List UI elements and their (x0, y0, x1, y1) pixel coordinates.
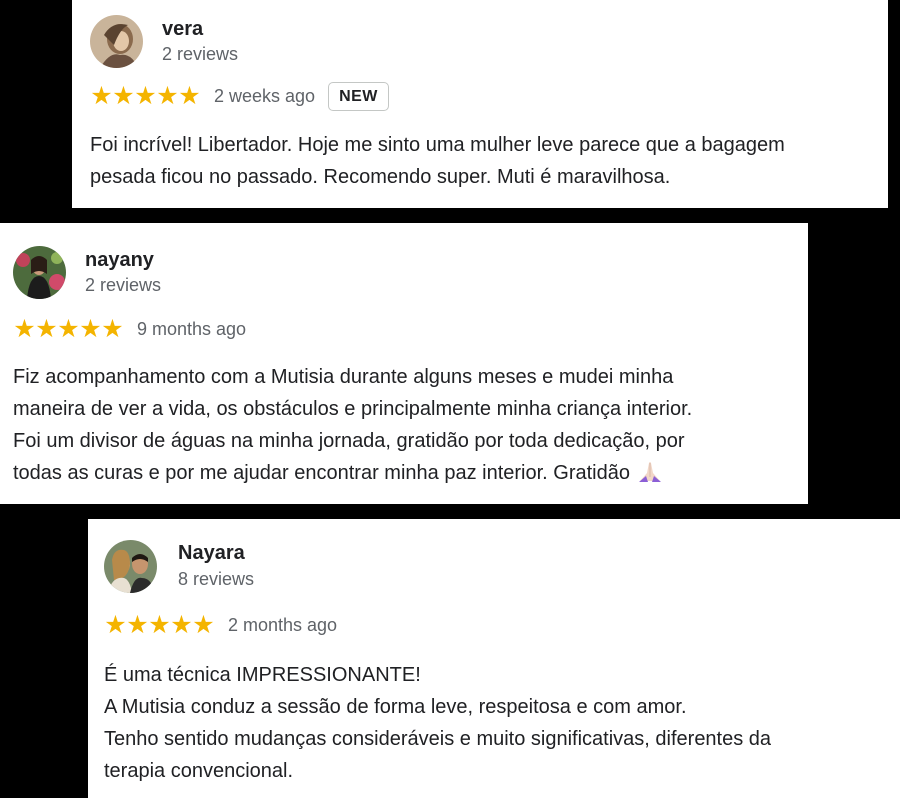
star-icon: ★ (148, 611, 170, 639)
review-text-line: Fiz acompanhamento com a Mutisia durante… (13, 366, 674, 388)
review-text-line-last: todas as curas e por me ajudar encontrar… (13, 457, 692, 489)
star-icon: ★ (79, 315, 101, 343)
star-rating: ★ ★ ★ ★ ★ (90, 84, 200, 109)
review-text-line: maneira de ver a vida, os obstáculos e p… (13, 398, 693, 420)
star-icon: ★ (156, 82, 178, 110)
reviewer-name[interactable]: nayany (85, 249, 154, 272)
reviewer-review-count: 2 reviews (85, 275, 162, 295)
review-text-line: Tenho sentido mudanças consideráveis e m… (104, 728, 772, 750)
review-text-line: Foi incrível! Libertador. Hoje me sinto … (90, 134, 785, 156)
review-text: Foi incrível! Libertador. Hoje me sinto … (90, 129, 785, 193)
star-icon: ★ (90, 82, 112, 110)
star-icon: ★ (178, 82, 200, 110)
star-icon: ★ (57, 315, 79, 343)
reviewer-avatar[interactable] (104, 540, 157, 593)
star-icon: ★ (134, 82, 156, 110)
star-rating: ★ ★ ★ ★ ★ (104, 613, 214, 638)
review-text-line: pesada ficou no passado. Recomendo super… (90, 166, 671, 188)
star-icon: ★ (13, 315, 35, 343)
rating-row: ★ ★ ★ ★ ★ 9 months ago (13, 317, 246, 342)
review-text: É uma técnica IMPRESSIONANTE! A Mutisia … (104, 659, 771, 787)
star-icon: ★ (170, 611, 192, 639)
reviewer-review-count: 2 reviews (162, 44, 239, 64)
review-text-line: É uma técnica IMPRESSIONANTE! (104, 664, 421, 686)
star-icon: ★ (192, 611, 214, 639)
review-text-line: Foi um divisor de águas na minha jornada… (13, 430, 685, 452)
star-icon: ★ (126, 611, 148, 639)
review-card: Nayara 8 reviews ★ ★ ★ ★ ★ 2 months ago … (88, 519, 900, 798)
review-card: nayany 2 reviews ★ ★ ★ ★ ★ 9 months ago … (0, 223, 808, 504)
rating-row: ★ ★ ★ ★ ★ 2 months ago (104, 613, 337, 638)
star-icon: ★ (35, 315, 57, 343)
star-icon: ★ (104, 611, 126, 639)
star-icon: ★ (112, 82, 134, 110)
review-date: 2 weeks ago (214, 86, 316, 106)
review-date: 9 months ago (137, 319, 247, 339)
praying-hands-emoji (639, 462, 661, 482)
review-text: Fiz acompanhamento com a Mutisia durante… (13, 361, 692, 489)
review-text-line: todas as curas e por me ajudar encontrar… (13, 462, 630, 484)
star-rating: ★ ★ ★ ★ ★ (13, 317, 123, 342)
reviewer-name[interactable]: vera (162, 18, 203, 41)
new-badge: NEW (328, 82, 389, 111)
reviewer-review-count: 8 reviews (178, 569, 255, 589)
rating-row: ★ ★ ★ ★ ★ 2 weeks ago NEW (90, 82, 389, 111)
review-text-line: A Mutisia conduz a sessão de forma leve,… (104, 696, 687, 718)
reviewer-avatar[interactable] (13, 246, 66, 299)
reviewer-name[interactable]: Nayara (178, 542, 245, 565)
review-date: 2 months ago (228, 615, 338, 635)
reviewer-avatar[interactable] (90, 15, 143, 68)
review-card: vera 2 reviews ★ ★ ★ ★ ★ 2 weeks ago NEW… (72, 0, 888, 208)
star-icon: ★ (101, 315, 123, 343)
review-text-line: terapia convencional. (104, 760, 294, 782)
